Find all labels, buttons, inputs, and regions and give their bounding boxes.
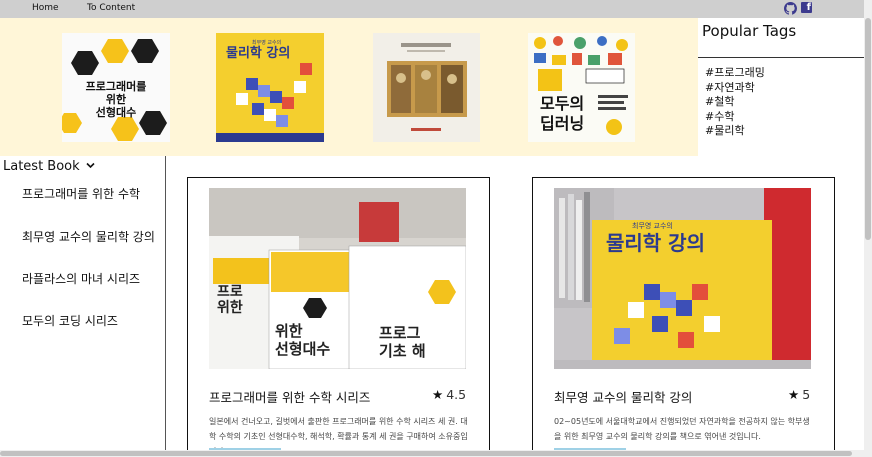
popular-tags-divider — [698, 57, 864, 58]
svg-text:위한: 위한 — [106, 92, 126, 106]
featured-banner: 프로그래머를 위한 선형대수 최무영 교수의 물리학 강의 모두의 딥러닝 — [0, 18, 698, 156]
cover-linear-algebra-art: 프로그래머를 위한 선형대수 — [62, 33, 170, 142]
svg-text:위한: 위한 — [217, 300, 243, 316]
cover-art[interactable] — [373, 33, 480, 142]
tag-list: #프로그래밍 #자연과학 #철학 #수학 #물리학 — [705, 66, 765, 139]
popular-tags-title: Popular Tags — [702, 22, 797, 40]
cover-physics-art: 최무영 교수의 물리학 강의 — [216, 33, 324, 142]
github-icon[interactable] — [784, 2, 797, 15]
svg-text:프로: 프로 — [217, 284, 243, 300]
cover-linear-algebra[interactable]: 프로그래머를 위한 선형대수 — [62, 33, 170, 142]
cover-physics[interactable]: 최무영 교수의 물리학 강의 — [216, 33, 324, 142]
svg-text:최무영 교수의: 최무영 교수의 — [252, 39, 281, 46]
cover-deep-learning[interactable]: 모두의 딥러닝 — [528, 33, 635, 142]
svg-text:물리학 강의: 물리학 강의 — [226, 45, 290, 61]
horizontal-scrollbar-thumb[interactable] — [0, 451, 852, 456]
cover-art-illustration — [373, 33, 480, 142]
svg-text:최무영 교수의: 최무영 교수의 — [632, 221, 673, 230]
sidebar-item-physics-lecture[interactable]: 최무영 교수의 물리학 강의 — [22, 228, 155, 245]
vertical-scrollbar[interactable] — [864, 0, 872, 457]
book-card[interactable]: 최무영 교수의 물리학 강의 최무영 교수의 물리학 강의 ★ 5 02~05년도… — [532, 177, 835, 457]
nav-to-content-link[interactable]: To Content — [87, 3, 135, 13]
svg-text:물리학 강의: 물리학 강의 — [606, 231, 705, 255]
vertical-scrollbar-thumb[interactable] — [865, 18, 871, 240]
popular-tags-panel: Popular Tags #프로그래밍 #자연과학 #철학 #수학 #물리학 — [698, 18, 864, 156]
book-card-title[interactable]: 최무영 교수의 물리학 강의 — [554, 387, 692, 406]
svg-text:모두의: 모두의 — [540, 94, 584, 113]
book-photo-physics: 최무영 교수의 물리학 강의 — [554, 188, 811, 369]
horizontal-scrollbar[interactable] — [0, 450, 864, 457]
tag-item[interactable]: #자연과학 — [705, 81, 765, 96]
cover-deep-learning-art: 모두의 딥러닝 — [528, 33, 635, 142]
top-nav: Home To Content f — [0, 0, 864, 18]
tag-item[interactable]: #철학 — [705, 95, 765, 110]
book-card-title[interactable]: 프로그래머를 위한 수학 시리즈 — [209, 387, 370, 406]
book-photo-math-series: 프로 위한 위한 선형대수 프로그 기초 해 — [209, 188, 466, 369]
rating-value: 4.5 — [446, 387, 467, 402]
latest-book-sidebar: Latest Book 프로그래머를 위한 수학 최무영 교수의 물리학 강의 … — [0, 156, 166, 457]
sidebar-item-coding-for-everyone[interactable]: 모두의 코딩 시리즈 — [22, 312, 118, 329]
svg-text:선형대수: 선형대수 — [96, 105, 136, 119]
nav-home-link[interactable]: Home — [32, 3, 59, 13]
book-card-description: 02~05년도에 서울대학교에서 진행되었던 자연과학을 전공하지 않는 학부생… — [554, 417, 810, 441]
tag-item[interactable]: #물리학 — [705, 124, 765, 139]
latest-book-title: Latest Book — [3, 159, 80, 174]
book-photo: 최무영 교수의 물리학 강의 — [554, 188, 811, 369]
rating-value: 5 — [802, 387, 811, 402]
svg-text:기초 해: 기초 해 — [379, 342, 426, 360]
book-card[interactable]: 프로 위한 위한 선형대수 프로그 기초 해 프로그래머를 위한 수학 시리즈 … — [187, 177, 490, 457]
star-icon: ★ — [788, 387, 800, 402]
svg-text:위한: 위한 — [275, 322, 303, 340]
book-rating: ★ 5 — [788, 387, 810, 402]
svg-text:선형대수: 선형대수 — [275, 340, 330, 358]
star-icon: ★ — [432, 387, 444, 402]
book-photo: 프로 위한 위한 선형대수 프로그 기초 해 — [209, 188, 466, 369]
latest-book-toggle[interactable]: Latest Book — [3, 159, 95, 174]
svg-text:딥러닝: 딥러닝 — [540, 114, 584, 133]
svg-text:프로그래머를: 프로그래머를 — [86, 79, 147, 93]
facebook-icon[interactable]: f — [801, 2, 812, 13]
tag-item[interactable]: #수학 — [705, 110, 765, 125]
tag-item[interactable]: #프로그래밍 — [705, 66, 765, 81]
sidebar-item-laplace-witch[interactable]: 라플라스의 마녀 시리즈 — [22, 270, 140, 287]
sidebar-item-math-for-programmers[interactable]: 프로그래머를 위한 수학 — [22, 185, 140, 202]
svg-text:프로그: 프로그 — [379, 324, 421, 342]
chevron-down-icon — [86, 162, 95, 169]
book-rating: ★ 4.5 — [432, 387, 466, 402]
